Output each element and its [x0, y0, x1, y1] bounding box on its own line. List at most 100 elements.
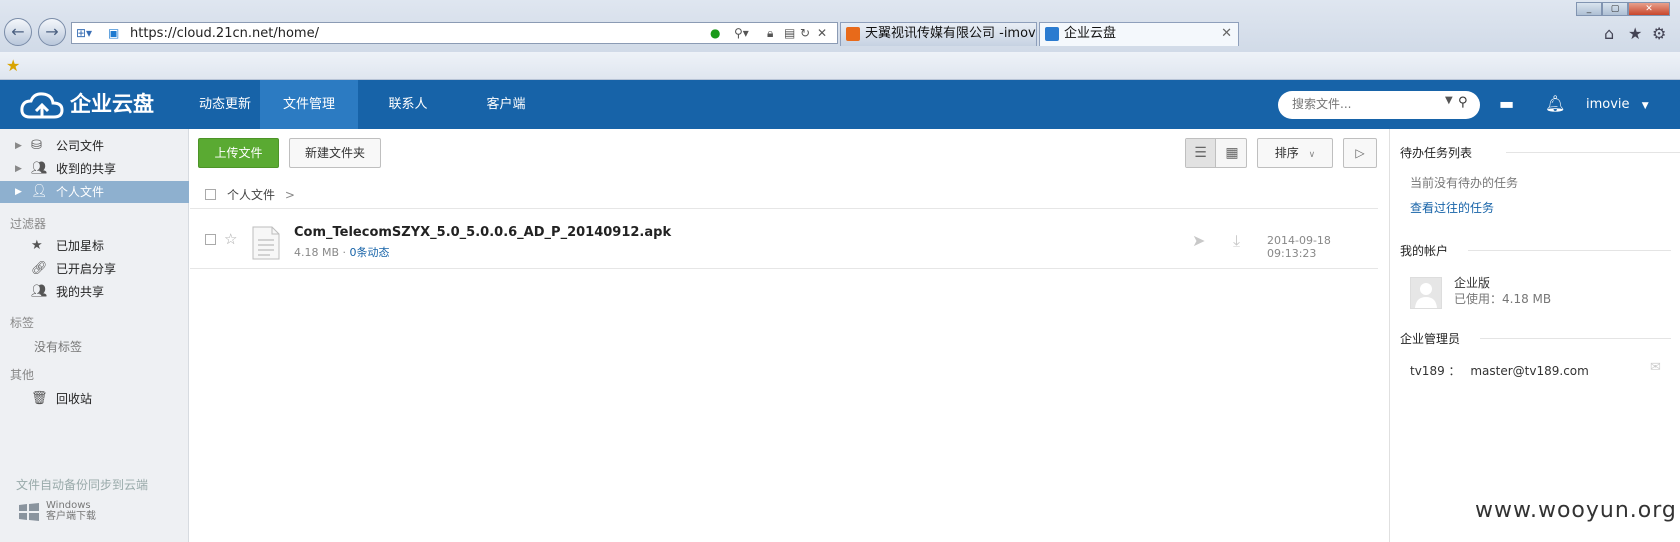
user-menu[interactable]: imovie ▼ [1586, 80, 1649, 129]
logo[interactable]: 企业云盘 [20, 89, 154, 119]
sidebar-item-my-shares[interactable]: 👥︎ 我的共享 [0, 281, 189, 303]
meta-separator: · [342, 246, 347, 259]
expand-arrow-icon[interactable]: ▶ [15, 181, 22, 203]
tab-enterprise-cloud[interactable]: 企业云盘 ✕ [1039, 22, 1239, 46]
sidebar-item-label: 已加星标 [56, 239, 105, 253]
notification-bell-icon[interactable]: 🔔︎ [1545, 94, 1565, 113]
default-avatar-icon [1415, 283, 1437, 308]
admin-name: tv189 ： [1410, 364, 1461, 378]
slideshow-button[interactable]: ▷ [1343, 138, 1377, 168]
file-list-panel: 上传文件 新建文件夹 ☰ ▦ 排序 ∨ ▷ 个人文件 > ☆ Com_Telec… [190, 129, 1388, 542]
star-icon: ★ [31, 238, 43, 253]
account-plan: 企业版 [1454, 276, 1491, 290]
search-icon[interactable]: ⚲ [1458, 95, 1468, 110]
star-outline-icon[interactable]: ☆ [224, 230, 237, 248]
nav-contacts[interactable]: 联系人 [358, 80, 458, 129]
minimize-button[interactable]: _ [1576, 2, 1602, 16]
nav-label: 文件管理 [282, 97, 335, 112]
other-section-title: 其他 [10, 368, 35, 382]
cloud-icon [1045, 27, 1059, 41]
account-usage: 已使用：4.18 MB [1454, 292, 1552, 306]
favorites-star-icon[interactable]: ★ [1628, 24, 1642, 43]
sidebar-item-label: 收到的共享 [56, 162, 117, 176]
windows-label: Windows [46, 500, 91, 511]
file-row[interactable]: ☆ Com_TelecomSZYX_5.0_5.0.0.6_AD_P_20140… [190, 217, 1378, 269]
sidebar-item-label: 公司文件 [56, 139, 105, 153]
sidebar-item-label: 已开启分享 [56, 262, 117, 276]
past-tasks-link[interactable]: 查看过往的任务 [1410, 199, 1494, 216]
view-toggle: ☰ ▦ [1185, 138, 1247, 168]
sidebar-item-personal-files[interactable]: ▶ 👤︎ 个人文件 [0, 181, 189, 203]
windows-logo-icon [19, 503, 39, 521]
nav-client[interactable]: 客户端 [456, 80, 556, 129]
home-icon[interactable]: ⌂ [1604, 24, 1614, 43]
upload-file-button[interactable]: 上传文件 [198, 138, 279, 168]
tab-tianyi[interactable]: 天翼视讯传媒有限公司 -imovi... [840, 22, 1037, 46]
file-activity-link[interactable]: 0条动态 [350, 246, 390, 259]
admin-title: 企业管理员 [1400, 332, 1461, 346]
sidebar-item-recycle-bin[interactable]: 🗑︎ 回收站 [0, 388, 189, 410]
grid-view-icon[interactable]: ▦ [1217, 139, 1247, 167]
add-favorites-icon[interactable]: ★ [6, 56, 20, 75]
user-icon: 👤︎ [31, 184, 48, 199]
sidebar-item-starred[interactable]: ★ 已加星标 [0, 235, 189, 257]
sidebar-item-label: 回收站 [56, 392, 93, 406]
back-arrow-icon: ← [11, 22, 25, 41]
search-box: ▼ ⚲ [1278, 91, 1480, 119]
stop-icon[interactable]: ✕ [817, 26, 827, 40]
sort-button[interactable]: 排序 ∨ [1257, 138, 1333, 168]
drive-icon: ⛁ [31, 138, 42, 153]
file-name[interactable]: Com_TelecomSZYX_5.0_5.0.0.6_AD_P_2014091… [294, 225, 671, 240]
tab-label: 天翼视讯传媒有限公司 -imovi... [865, 26, 1037, 41]
forward-button[interactable]: → [38, 18, 66, 46]
favorites-bar: ★ [0, 52, 1680, 80]
file-size: 4.18 MB [294, 246, 340, 259]
lock-icon[interactable]: 🔒︎ [767, 26, 773, 41]
divider [1506, 152, 1680, 153]
back-button[interactable]: ← [4, 18, 32, 46]
file-checkbox[interactable] [205, 234, 216, 245]
expand-arrow-icon[interactable]: ▶ [15, 158, 22, 180]
nav-file-management[interactable]: 文件管理 [260, 80, 358, 129]
address-bar[interactable]: ⊞▾ ▣ https://cloud.21cn.net/home/ ● ⚲▾ 🔒… [71, 22, 838, 44]
breadcrumb-item[interactable]: 个人文件 [227, 188, 275, 202]
username: imovie [1586, 97, 1630, 112]
list-view-icon[interactable]: ☰ [1186, 139, 1216, 167]
window-controls: _ ▢ ✕ [1576, 0, 1670, 16]
divider [1468, 250, 1671, 251]
sidebar-item-shared-enabled[interactable]: 🔗︎ 已开启分享 [0, 258, 189, 280]
breadcrumb[interactable]: 个人文件 > [227, 186, 295, 203]
divider [1480, 338, 1671, 339]
chevron-down-icon: ▼ [1641, 101, 1649, 111]
search-input[interactable] [1292, 97, 1432, 111]
maximize-button[interactable]: ▢ [1602, 2, 1628, 16]
window-close-button[interactable]: ✕ [1628, 2, 1670, 16]
compat-icon[interactable]: ⊞▾ [76, 26, 92, 40]
cloud-logo-icon [20, 92, 64, 119]
search-dropdown-icon[interactable]: ⚲▾ [734, 26, 749, 40]
sidebar-item-company-files[interactable]: ▶ ⛁ 公司文件 [0, 135, 189, 157]
download-icon[interactable]: ⤓ [1233, 231, 1240, 251]
link-icon: 🔗︎ [31, 261, 48, 276]
share-send-icon[interactable]: ➤ [1192, 231, 1205, 250]
new-folder-button[interactable]: 新建文件夹 [289, 138, 381, 168]
trash-icon: 🗑︎ [31, 391, 48, 406]
compat-view-icon[interactable]: ▤ [784, 26, 795, 40]
tab-close-icon[interactable]: ✕ [1221, 23, 1232, 45]
select-all-checkbox[interactable] [205, 189, 216, 200]
page-icon: ▣ [108, 26, 120, 40]
message-icon[interactable]: ▬ [1499, 94, 1514, 113]
url-text[interactable]: https://cloud.21cn.net/home/ [130, 26, 319, 41]
admin-email: master@tv189.com [1470, 364, 1589, 378]
mail-icon[interactable]: ✉ [1650, 360, 1661, 375]
sidebar-item-label: 个人文件 [56, 185, 105, 199]
search-filter-dropdown-icon[interactable]: ▼ [1445, 95, 1453, 106]
sort-label: 排序 [1274, 146, 1299, 160]
account-title: 我的帐户 [1400, 244, 1449, 258]
file-meta: 4.18 MB · 0条动态 [294, 244, 390, 260]
refresh-icon[interactable]: ↻ [800, 26, 810, 40]
sidebar-item-received-shares[interactable]: ▶ 👥︎ 收到的共享 [0, 158, 189, 180]
breadcrumb-separator: > [284, 188, 295, 202]
settings-gear-icon[interactable]: ⚙ [1652, 24, 1666, 43]
expand-arrow-icon[interactable]: ▶ [15, 135, 22, 157]
